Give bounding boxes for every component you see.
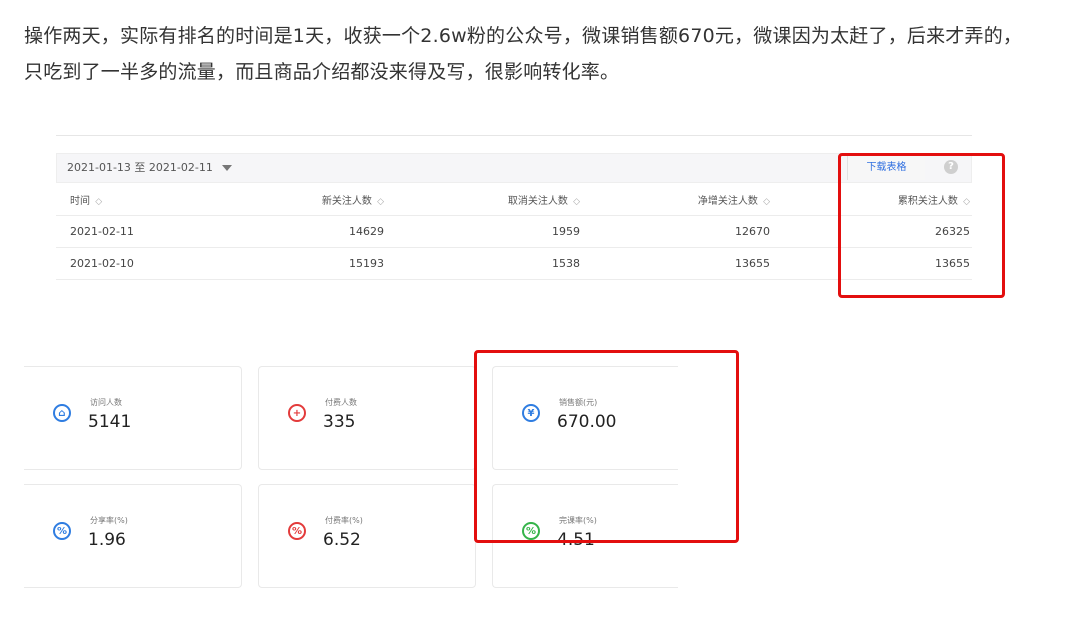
percent-icon: % xyxy=(288,522,306,540)
cancel-followers-cell: 1959 xyxy=(386,215,582,248)
table-row: 2021-02-10 15193 1538 13655 13655 xyxy=(56,247,972,280)
pay-rate-label: 付费率(%) xyxy=(325,516,363,525)
paying-users-value: 335 xyxy=(323,412,356,432)
paying-users-stat-card: + 付费人数 335 xyxy=(258,366,476,470)
follower-data-table: 时间 ◇ 新关注人数 ◇ 取消关注人数 ◇ 净增关注人数 ◇ 累积关注人数 ◇ … xyxy=(56,183,972,280)
net-followers-header-label: 净增关注人数 xyxy=(697,195,758,207)
new-followers-cell: 15193 xyxy=(236,247,386,280)
visitors-value: 5141 xyxy=(88,412,132,432)
new-followers-header-label: 新关注人数 xyxy=(321,195,372,207)
table-top-divider xyxy=(56,135,972,136)
cumulative-followers-highlight-box xyxy=(838,153,1005,298)
cancel-followers-header-label: 取消关注人数 xyxy=(507,195,568,207)
date-range-selector[interactable]: 2021-01-13 至 2021-02-11 xyxy=(67,154,233,182)
cancel-followers-column-header[interactable]: 取消关注人数 ◇ xyxy=(386,183,582,216)
sort-icon[interactable]: ◇ xyxy=(377,197,384,207)
net-followers-cell: 12670 xyxy=(582,215,772,248)
share-rate-stat-card: % 分享率(%) 1.96 xyxy=(24,484,242,588)
visitors-label: 访问人数 xyxy=(90,398,122,407)
article-paragraph: 操作两天，实际有排名的时间是1天，收获一个2.6w粉的公众号，微课销售额670元… xyxy=(24,25,1023,83)
time-cell: 2021-02-11 xyxy=(56,215,236,248)
sales-highlight-box xyxy=(474,350,739,543)
date-range-text: 2021-01-13 至 2021-02-11 xyxy=(67,161,213,174)
screenshot-article-page: 操作两天，实际有排名的时间是1天，收获一个2.6w粉的公众号，微课销售额670元… xyxy=(0,0,1080,630)
pay-rate-value: 6.52 xyxy=(323,530,361,550)
share-rate-label: 分享率(%) xyxy=(90,516,128,525)
share-rate-value: 1.96 xyxy=(88,530,126,550)
net-followers-column-header[interactable]: 净增关注人数 ◇ xyxy=(582,183,772,216)
sort-icon[interactable]: ◇ xyxy=(763,197,770,207)
sort-icon[interactable]: ◇ xyxy=(95,197,102,207)
dropdown-arrow-icon xyxy=(222,165,233,171)
table-body: 2021-02-11 14629 1959 12670 26325 2021-0… xyxy=(56,215,972,280)
time-column-header[interactable]: 时间 ◇ xyxy=(56,183,236,216)
visitors-stat-card: ⌂ 访问人数 5141 xyxy=(24,366,242,470)
net-followers-cell: 13655 xyxy=(582,247,772,280)
table-header-row: 时间 ◇ 新关注人数 ◇ 取消关注人数 ◇ 净增关注人数 ◇ 累积关注人数 ◇ xyxy=(56,183,972,216)
table-row: 2021-02-11 14629 1959 12670 26325 xyxy=(56,215,972,248)
follower-stats-table-panel: 2021-01-13 至 2021-02-11 下载表格 ? 时间 ◇ 新关注人… xyxy=(56,116,972,280)
table-header: 时间 ◇ 新关注人数 ◇ 取消关注人数 ◇ 净增关注人数 ◇ 累积关注人数 ◇ xyxy=(56,183,972,216)
table-toolbar: 2021-01-13 至 2021-02-11 下载表格 ? xyxy=(56,153,972,183)
pay-rate-stat-card: % 付费率(%) 6.52 xyxy=(258,484,476,588)
user-icon: ⌂ xyxy=(53,404,71,422)
user-plus-icon: + xyxy=(288,404,306,422)
new-followers-column-header[interactable]: 新关注人数 ◇ xyxy=(236,183,386,216)
time-cell: 2021-02-10 xyxy=(56,247,236,280)
paying-users-label: 付费人数 xyxy=(325,398,357,407)
percent-icon: % xyxy=(53,522,71,540)
cancel-followers-cell: 1538 xyxy=(386,247,582,280)
sort-icon[interactable]: ◇ xyxy=(573,197,580,207)
time-header-label: 时间 xyxy=(70,195,90,207)
new-followers-cell: 14629 xyxy=(236,215,386,248)
